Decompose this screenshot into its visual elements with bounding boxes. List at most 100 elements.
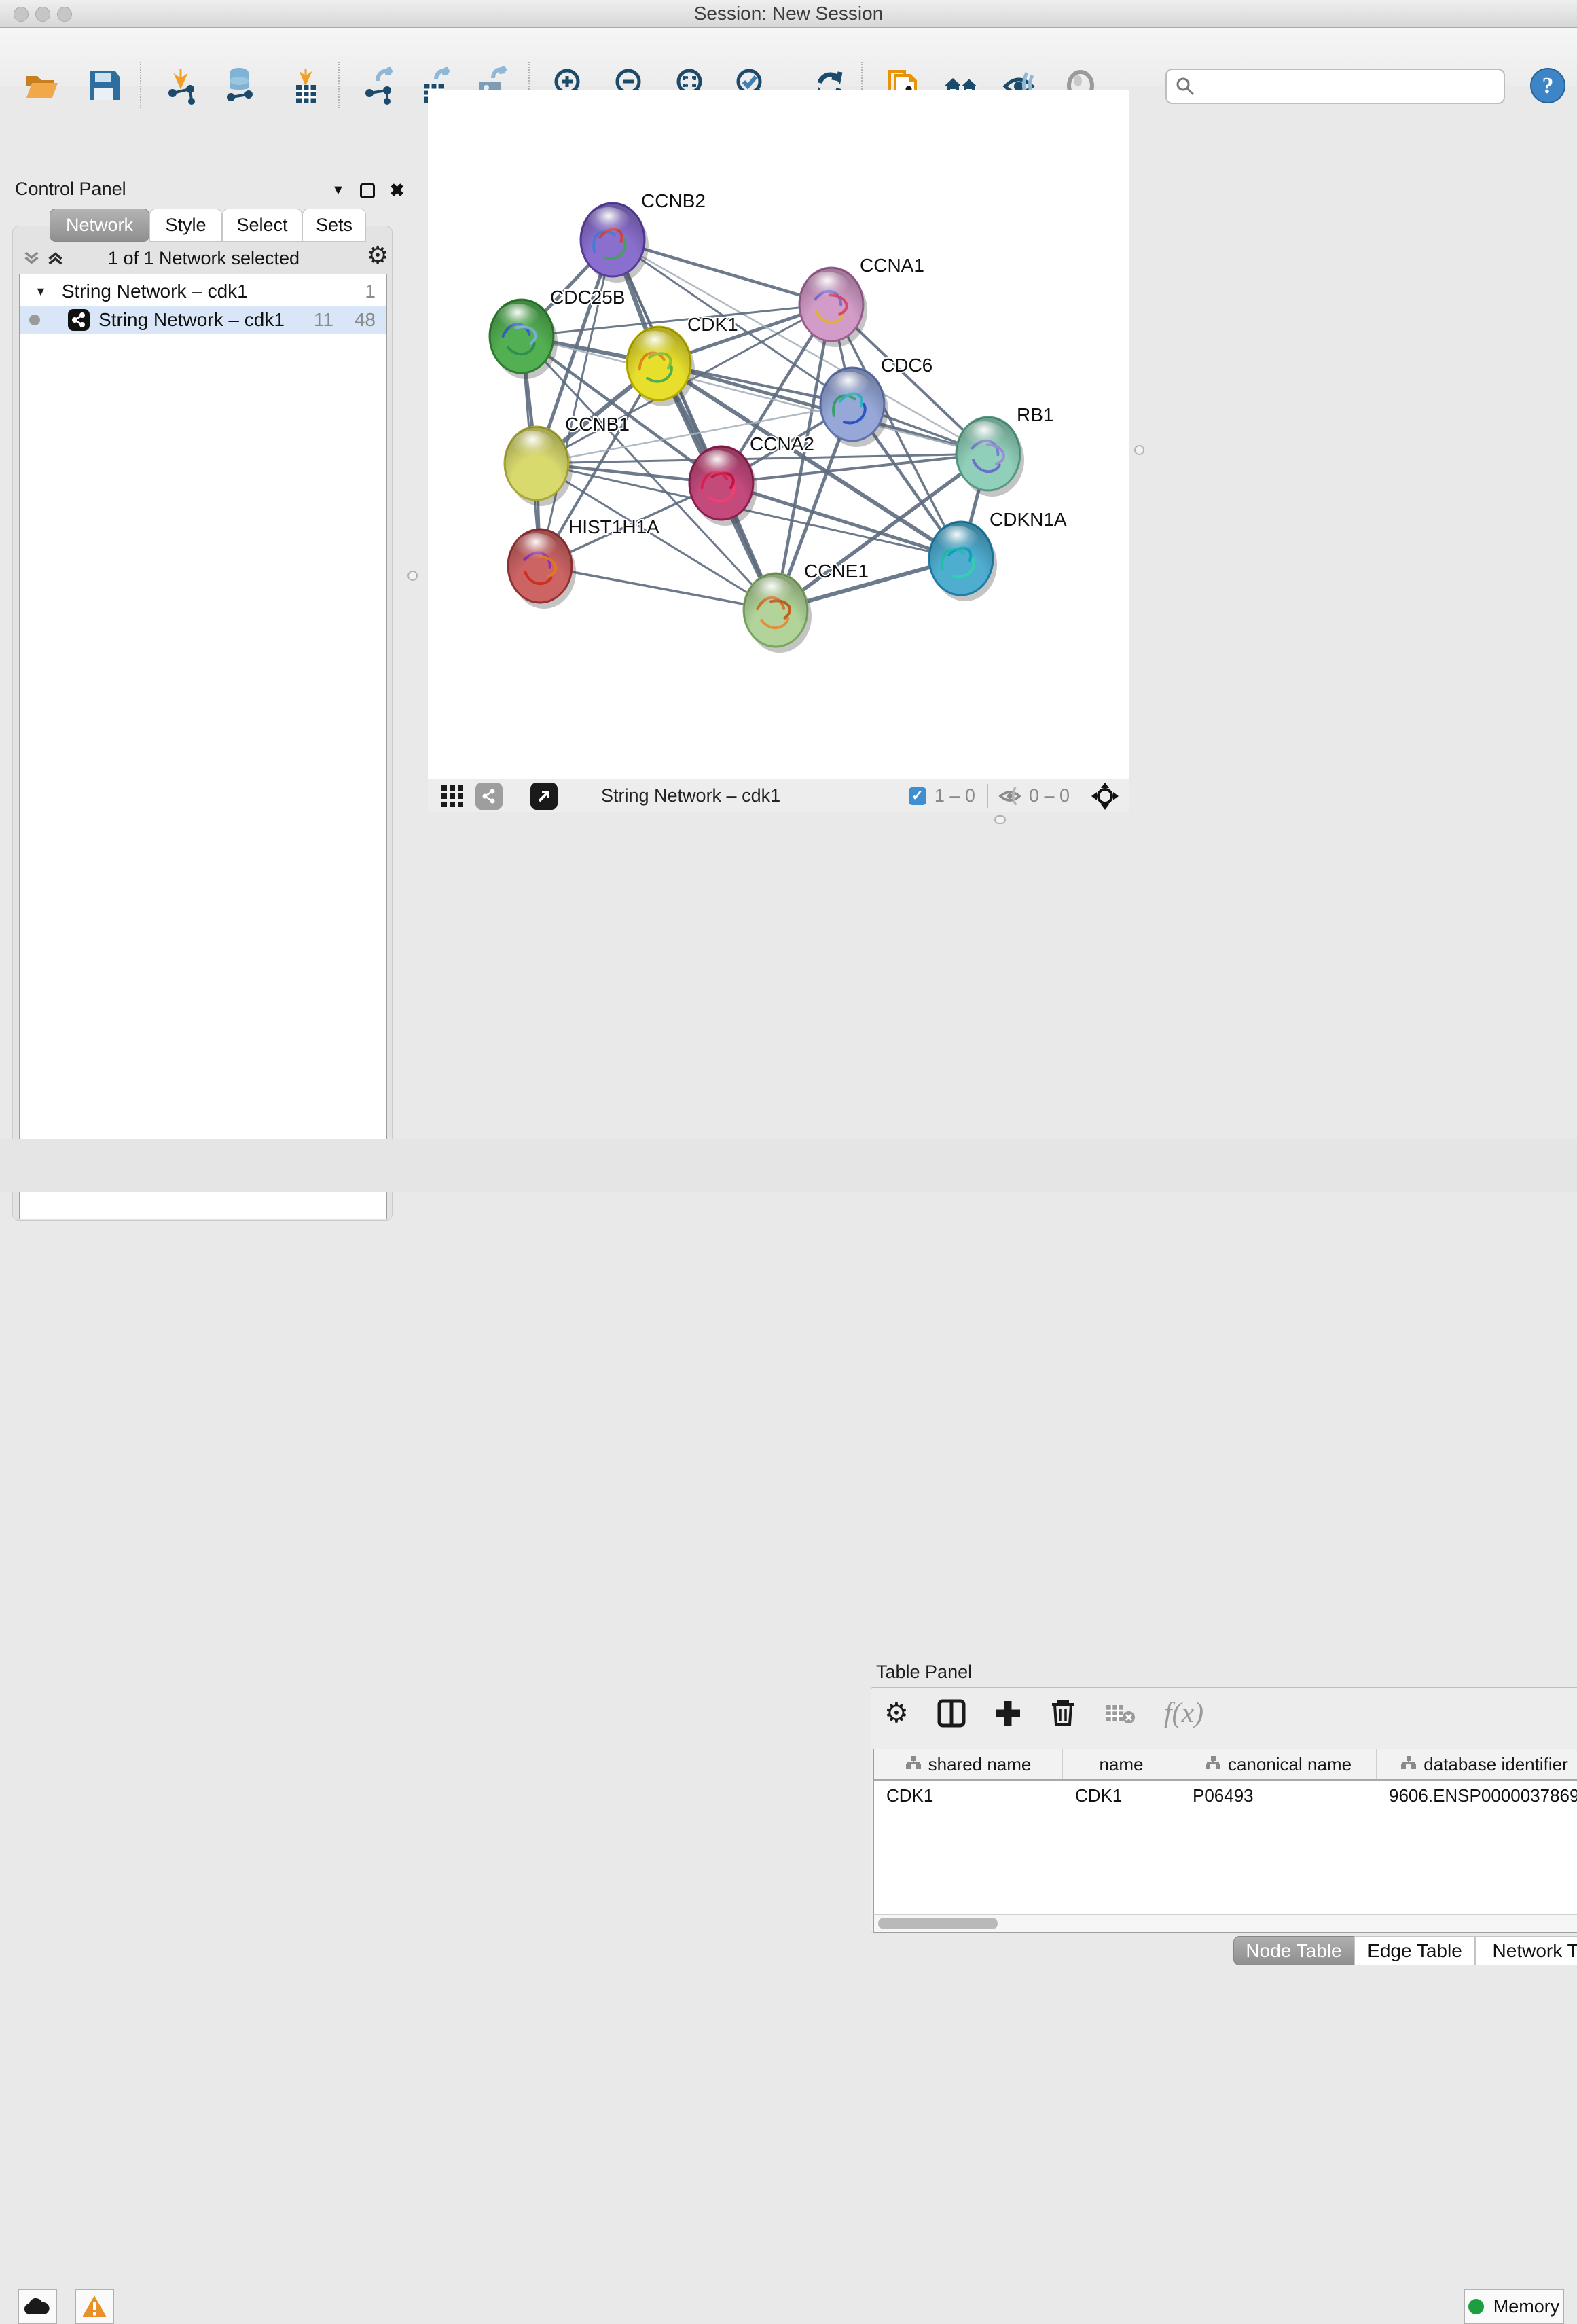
column-header-database-identifier[interactable]: database identifier	[1377, 1749, 1577, 1779]
scrollbar-thumb[interactable]	[878, 1918, 998, 1929]
tab-style[interactable]: Style	[149, 209, 222, 242]
control-panel-title: Control Panel	[15, 179, 126, 199]
network-options-gear-icon[interactable]: ⚙	[367, 241, 388, 270]
network-item-label: String Network – cdk1	[98, 309, 285, 331]
show-columns-icon[interactable]	[937, 1699, 966, 1728]
node-label-CDC6: CDC6	[881, 355, 932, 376]
tree-expander-icon[interactable]: ▼	[35, 285, 47, 299]
table-row[interactable]: CDK1CDK1P064939606.ENSP00000378699cyclin…	[874, 1781, 1577, 1810]
table-cell[interactable]: CDK1	[1063, 1781, 1180, 1810]
main-toolbar: ?	[0, 28, 1577, 86]
statusbar-separator	[987, 784, 988, 808]
panel-float-icon[interactable]	[360, 183, 375, 198]
expand-all-icon[interactable]	[47, 249, 64, 267]
node-label-CCNA1: CCNA1	[860, 255, 924, 276]
tab-network-table[interactable]: Network Table	[1475, 1936, 1577, 1965]
table-horizontal-scrollbar[interactable]	[873, 1914, 1577, 1933]
tab-select[interactable]: Select	[222, 209, 302, 242]
table-panel: Table Panel ▼ ✖ ⚙ f(x) shared namenameca…	[428, 827, 1577, 1139]
window-minimize-button[interactable]	[35, 7, 50, 22]
external-link-arrow-icon	[537, 789, 551, 804]
right-splitter-handle[interactable]	[1134, 445, 1144, 455]
column-header-shared-name[interactable]: shared name	[874, 1749, 1063, 1779]
table-header-row: shared namenamecanonical namedatabase id…	[874, 1749, 1577, 1781]
tab-sets[interactable]: Sets	[302, 209, 366, 242]
horizontal-splitter-handle[interactable]	[994, 815, 1006, 824]
column-header-name[interactable]: name	[1063, 1749, 1180, 1779]
panel-collapse-icon[interactable]: ▼	[331, 183, 345, 198]
table-cell[interactable]: 9606.ENSP00000378699	[1377, 1781, 1577, 1810]
delete-table-icon[interactable]	[1104, 1701, 1136, 1726]
collection-count: 1	[365, 281, 376, 302]
add-column-icon[interactable]	[994, 1700, 1021, 1727]
panel-close-icon[interactable]: ✖	[390, 180, 405, 201]
grid-view-icon[interactable]	[440, 784, 465, 808]
string-network-icon	[67, 308, 90, 332]
delete-column-icon[interactable]	[1050, 1699, 1076, 1728]
network-view-toolbar: String Network – cdk1 ✓ 1 – 0 0 – 0	[428, 779, 1129, 812]
network-name-label: String Network – cdk1	[601, 785, 780, 806]
node-label-CCNA2: CCNA2	[750, 433, 814, 454]
node-CCNB1[interactable]: CCNB1	[505, 414, 630, 506]
tab-network[interactable]: Network	[50, 209, 149, 242]
node-label-CCNB2: CCNB2	[641, 190, 706, 211]
table-cell[interactable]: CDK1	[874, 1781, 1063, 1810]
node-label-CCNE1: CCNE1	[804, 560, 869, 582]
tab-node-table[interactable]: Node Table	[1233, 1936, 1354, 1965]
window-title: Session: New Session	[694, 3, 884, 24]
column-header-canonical-name[interactable]: canonical name	[1180, 1749, 1377, 1779]
node-HIST1H1A[interactable]: HIST1H1A	[508, 516, 659, 609]
node-label-CDKN1A: CDKN1A	[990, 509, 1067, 530]
node-label-RB1: RB1	[1017, 404, 1053, 425]
network-tree-root-row[interactable]: ▼ String Network – cdk1 1	[20, 277, 386, 306]
network-collection-label: String Network – cdk1	[62, 281, 248, 302]
column-type-icon	[1400, 1754, 1417, 1775]
selected-checkbox-icon[interactable]: ✓	[909, 787, 926, 805]
node-label-HIST1H1A: HIST1H1A	[568, 516, 659, 537]
network-canvas[interactable]: CCNB2 CCNA1 CDC25B CDK1 CDC6 RB1 CCNB1 CCNA2 CDK…	[428, 90, 1129, 779]
edge-CCNA2-CDKN1A[interactable]	[721, 483, 961, 558]
node-table: shared namenamecanonical namedatabase id…	[873, 1749, 1577, 1914]
collapse-all-icon[interactable]	[23, 249, 40, 267]
string-view-icon[interactable]	[475, 783, 503, 810]
memory-button[interactable]: Memory	[1464, 2289, 1564, 2324]
results-panel: Results Panel ▼ ✖ String Expand All Coll…	[1150, 86, 1577, 812]
node-RB1[interactable]: RB1	[956, 404, 1053, 497]
network-graph[interactable]: CCNB2 CCNA1 CDC25B CDK1 CDC6 RB1 CCNB1 CCNA2 CDK…	[428, 90, 1129, 779]
node-label-CDK1: CDK1	[687, 314, 738, 335]
column-type-icon	[1205, 1754, 1221, 1775]
warnings-button[interactable]	[75, 2289, 114, 2324]
node-CDKN1A[interactable]: CDKN1A	[929, 509, 1067, 601]
node-CCNB2[interactable]: CCNB2	[581, 190, 706, 283]
birdseye-navigator-icon[interactable]	[1091, 782, 1119, 810]
table-settings-gear-icon[interactable]: ⚙	[884, 1698, 909, 1729]
table-cell[interactable]: P06493	[1180, 1781, 1377, 1810]
table-panel-title: Table Panel	[876, 1662, 972, 1682]
memory-status-dot	[1468, 2299, 1484, 2314]
column-type-icon	[905, 1754, 922, 1775]
window-close-button[interactable]	[14, 7, 29, 22]
network-selection-status: 1 of 1 Network selected	[108, 248, 300, 268]
table-body: CDK1CDK1P064939606.ENSP00000378699cyclin…	[874, 1781, 1577, 1810]
tab-edge-table[interactable]: Edge Table	[1354, 1936, 1475, 1965]
node-label-CCNB1: CCNB1	[565, 414, 630, 435]
network-tree: ▼ String Network – cdk1 1 String Network…	[19, 274, 387, 1219]
window-zoom-button[interactable]	[57, 7, 72, 22]
left-splitter-handle[interactable]	[407, 571, 418, 581]
node-count: 11	[314, 309, 333, 331]
warning-icon	[81, 2294, 108, 2319]
cloud-icon	[24, 2297, 51, 2316]
network-status-dot	[29, 315, 40, 325]
hidden-counts: 0 – 0	[1029, 785, 1070, 806]
app-status-bar: Memory	[0, 1139, 1577, 1192]
function-builder-icon[interactable]: f(x)	[1164, 1697, 1203, 1730]
control-panel: Control Panel ▼ ✖ NetworkStyleSelectSets…	[0, 86, 401, 1139]
node-label-CDC25B: CDC25B	[550, 287, 625, 308]
title-bar: Session: New Session	[0, 0, 1577, 28]
open-in-browser-button[interactable]	[530, 783, 558, 810]
network-tree-child-row[interactable]: String Network – cdk1 11 48	[20, 306, 386, 334]
edge-count: 48	[355, 309, 376, 331]
hidden-eye-slash-icon	[998, 786, 1022, 806]
node-CCNE1[interactable]: CCNE1	[744, 560, 869, 653]
cloud-button[interactable]	[18, 2289, 57, 2324]
